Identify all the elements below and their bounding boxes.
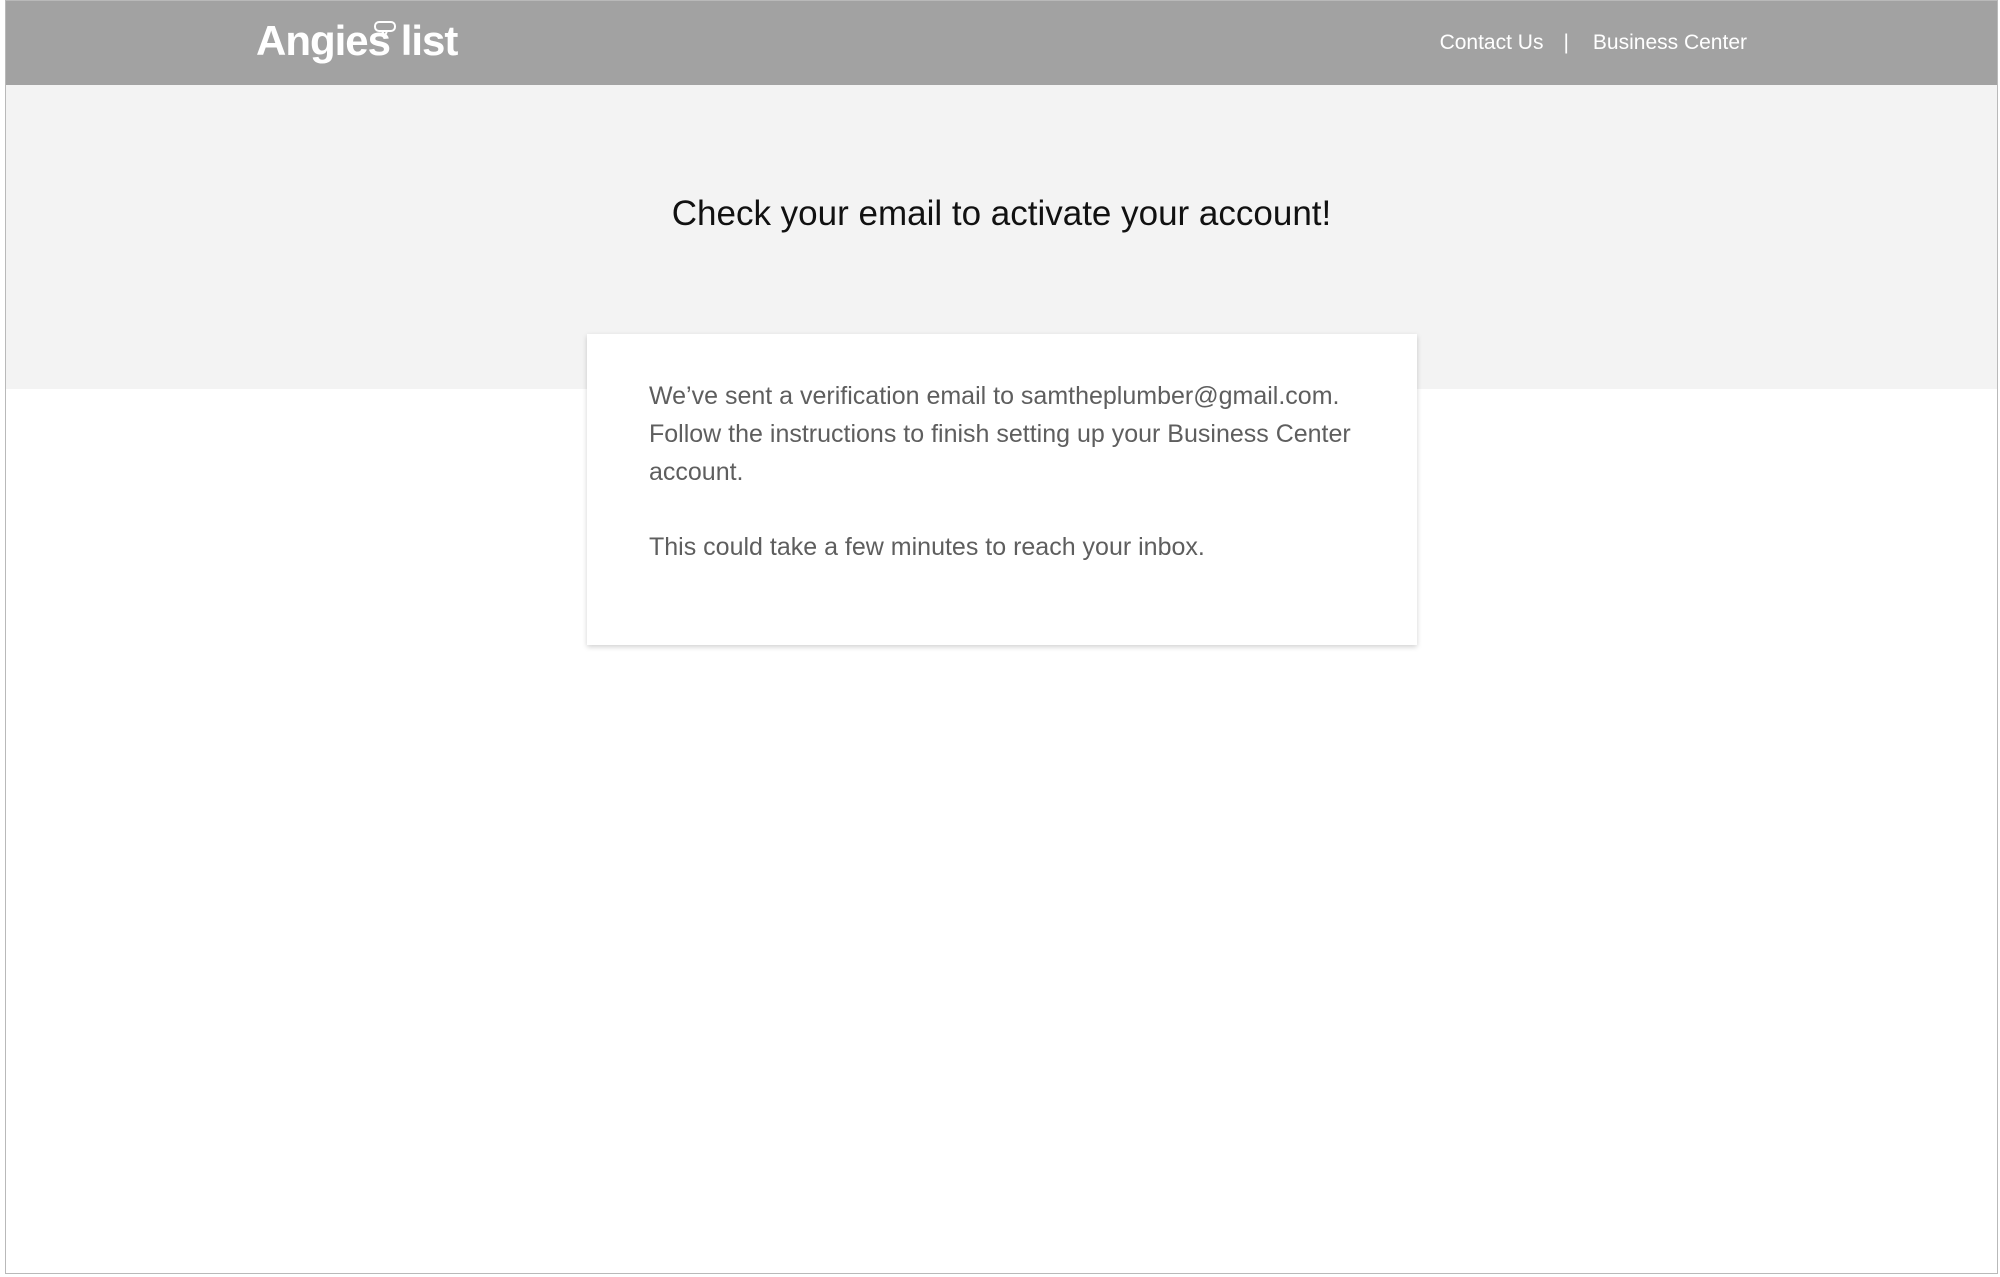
contact-us-link[interactable]: Contact Us <box>1440 31 1544 55</box>
header-nav: Contact Us | Business Center <box>1440 1 1747 85</box>
inbox-delay-note: This could take a few minutes to reach y… <box>649 533 1205 561</box>
nav-separator: | <box>1563 31 1569 54</box>
browser-page: Angies list Contact Us | Business Center… <box>5 0 1998 1274</box>
speech-bubble-icon <box>374 21 396 37</box>
angies-list-logo[interactable]: Angies list <box>256 13 458 69</box>
logo-wordmark: Angies list <box>256 17 458 64</box>
page-title: Check your email to activate your accoun… <box>671 194 1332 233</box>
top-navigation-bar: Angies list Contact Us | Business Center <box>6 1 1997 85</box>
business-center-link[interactable]: Business Center <box>1593 31 1747 55</box>
verification-message-card: We’ve sent a verification email to samth… <box>587 334 1417 645</box>
verification-message: We’ve sent a verification email to samth… <box>649 382 1351 486</box>
